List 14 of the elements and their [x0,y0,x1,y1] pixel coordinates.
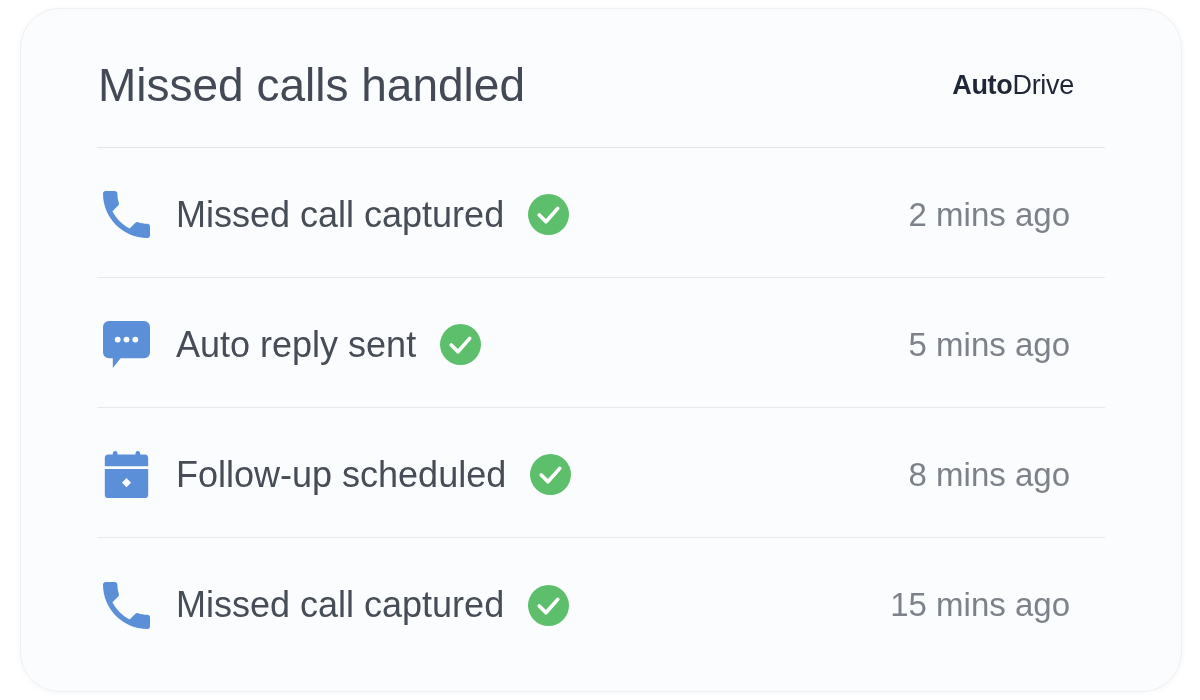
card-title: Missed calls handled [98,58,525,112]
brand-logo: AutoDrive [952,69,1074,101]
event-time: 8 mins ago [908,455,1070,494]
calendar-icon [103,451,150,498]
event-label: Auto reply sent [176,323,417,366]
phone-icon [103,581,150,629]
phone-icon [103,191,150,238]
event-label: Follow-up scheduled [176,453,507,496]
event-time: 5 mins ago [908,325,1070,364]
event-label: Missed call captured [176,584,505,626]
event-label: Missed call captured [176,193,505,236]
event-time: 15 mins ago [890,586,1070,624]
chat-bubble-icon [103,321,150,368]
event-time: 2 mins ago [908,195,1070,234]
